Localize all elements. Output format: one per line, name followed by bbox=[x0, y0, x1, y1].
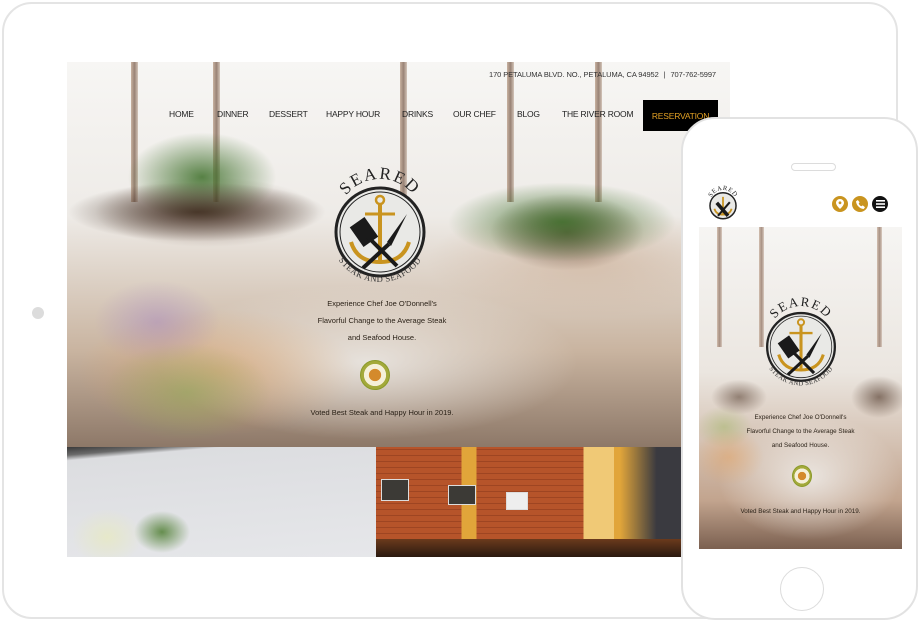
award-badge-icon bbox=[792, 465, 812, 487]
nav-item-dinner[interactable]: DINNER bbox=[217, 109, 249, 119]
phone-icon[interactable] bbox=[852, 196, 868, 212]
tagline-line: Experience Chef Joe O'Donnell's bbox=[754, 414, 847, 421]
tablet-camera-dot bbox=[32, 307, 44, 319]
wall-photo bbox=[381, 479, 409, 501]
food-greens bbox=[447, 182, 677, 262]
phone-device-frame: SEARED SEARED STEAK AND SEAFOOD Experien… bbox=[681, 117, 918, 620]
mobile-hero-banner: SEARED STEAK AND SEAFOOD Experience Chef… bbox=[699, 227, 902, 549]
nav-item-the-river-room[interactable]: THE RIVER ROOM bbox=[562, 109, 634, 119]
tagline-line: Flavorful Change to the Average Steak bbox=[746, 428, 855, 435]
tagline-line: and Seafood House. bbox=[347, 333, 417, 342]
food-photo-tile[interactable] bbox=[67, 447, 376, 557]
window-post bbox=[717, 227, 722, 347]
voted-best-text: Voted Best Steak and Happy Hour in 2019. bbox=[740, 508, 861, 515]
nav-item-drinks[interactable]: DRINKS bbox=[402, 109, 433, 119]
phone-number-link[interactable]: 707-762-5997 bbox=[670, 70, 716, 79]
tagline-line: Flavorful Change to the Average Steak bbox=[317, 316, 447, 325]
nav-item-home[interactable]: HOME bbox=[169, 109, 194, 119]
mobile-logo[interactable]: SEARED bbox=[703, 185, 743, 230]
tagline-line: and Seafood House. bbox=[771, 442, 830, 449]
hero-banner: 170 PETALUMA BLVD. NO., PETALUMA, CA 949… bbox=[67, 62, 730, 447]
river-room-photo-tile[interactable] bbox=[376, 447, 681, 557]
nav-item-our-chef[interactable]: OUR CHEF bbox=[453, 109, 496, 119]
main-nav: HOME DINNER DESSERT HAPPY HOUR DRINKS OU… bbox=[67, 100, 730, 131]
phone-speaker bbox=[791, 163, 836, 171]
wall-photo bbox=[448, 485, 476, 505]
mobile-header: SEARED bbox=[699, 181, 902, 227]
window-post bbox=[595, 62, 602, 202]
window-post bbox=[507, 62, 514, 202]
mobile-hero-logo: SEARED STEAK AND SEAFOOD bbox=[751, 293, 851, 402]
window-post bbox=[877, 227, 882, 347]
wall-photo bbox=[506, 492, 528, 510]
nav-item-happy-hour[interactable]: HAPPY HOUR bbox=[326, 109, 380, 119]
seared-logo[interactable]: SEARED STEAK AND SEAFOOD bbox=[315, 162, 445, 297]
nav-item-dessert[interactable]: DESSERT bbox=[269, 109, 308, 119]
nav-item-blog[interactable]: BLOG bbox=[517, 109, 540, 119]
voted-best-text: Voted Best Steak and Happy Hour in 2019. bbox=[310, 408, 454, 417]
mobile-hero-tagline: Experience Chef Joe O'Donnell's Flavorfu… bbox=[719, 411, 882, 453]
hero-tagline: Experience Chef Joe O'Donnell's Flavorfu… bbox=[287, 295, 477, 346]
location-pin-icon[interactable] bbox=[832, 196, 848, 212]
tagline-line: Experience Chef Joe O'Donnell's bbox=[327, 299, 437, 308]
food-steak bbox=[67, 182, 327, 242]
phone-home-button bbox=[780, 567, 824, 611]
address-text: 170 PETALUMA BLVD. NO., PETALUMA, CA 949… bbox=[489, 70, 659, 79]
dining-floor bbox=[376, 539, 681, 557]
phone-website-screen: SEARED SEARED STEAK AND SEAFOOD Experien… bbox=[699, 181, 902, 549]
award-badge-icon bbox=[360, 360, 390, 390]
separator: | bbox=[663, 70, 666, 79]
contact-bar: 170 PETALUMA BLVD. NO., PETALUMA, CA 949… bbox=[489, 70, 716, 79]
tablet-website-screen: 170 PETALUMA BLVD. NO., PETALUMA, CA 949… bbox=[67, 62, 730, 557]
menu-icon[interactable] bbox=[872, 196, 888, 212]
